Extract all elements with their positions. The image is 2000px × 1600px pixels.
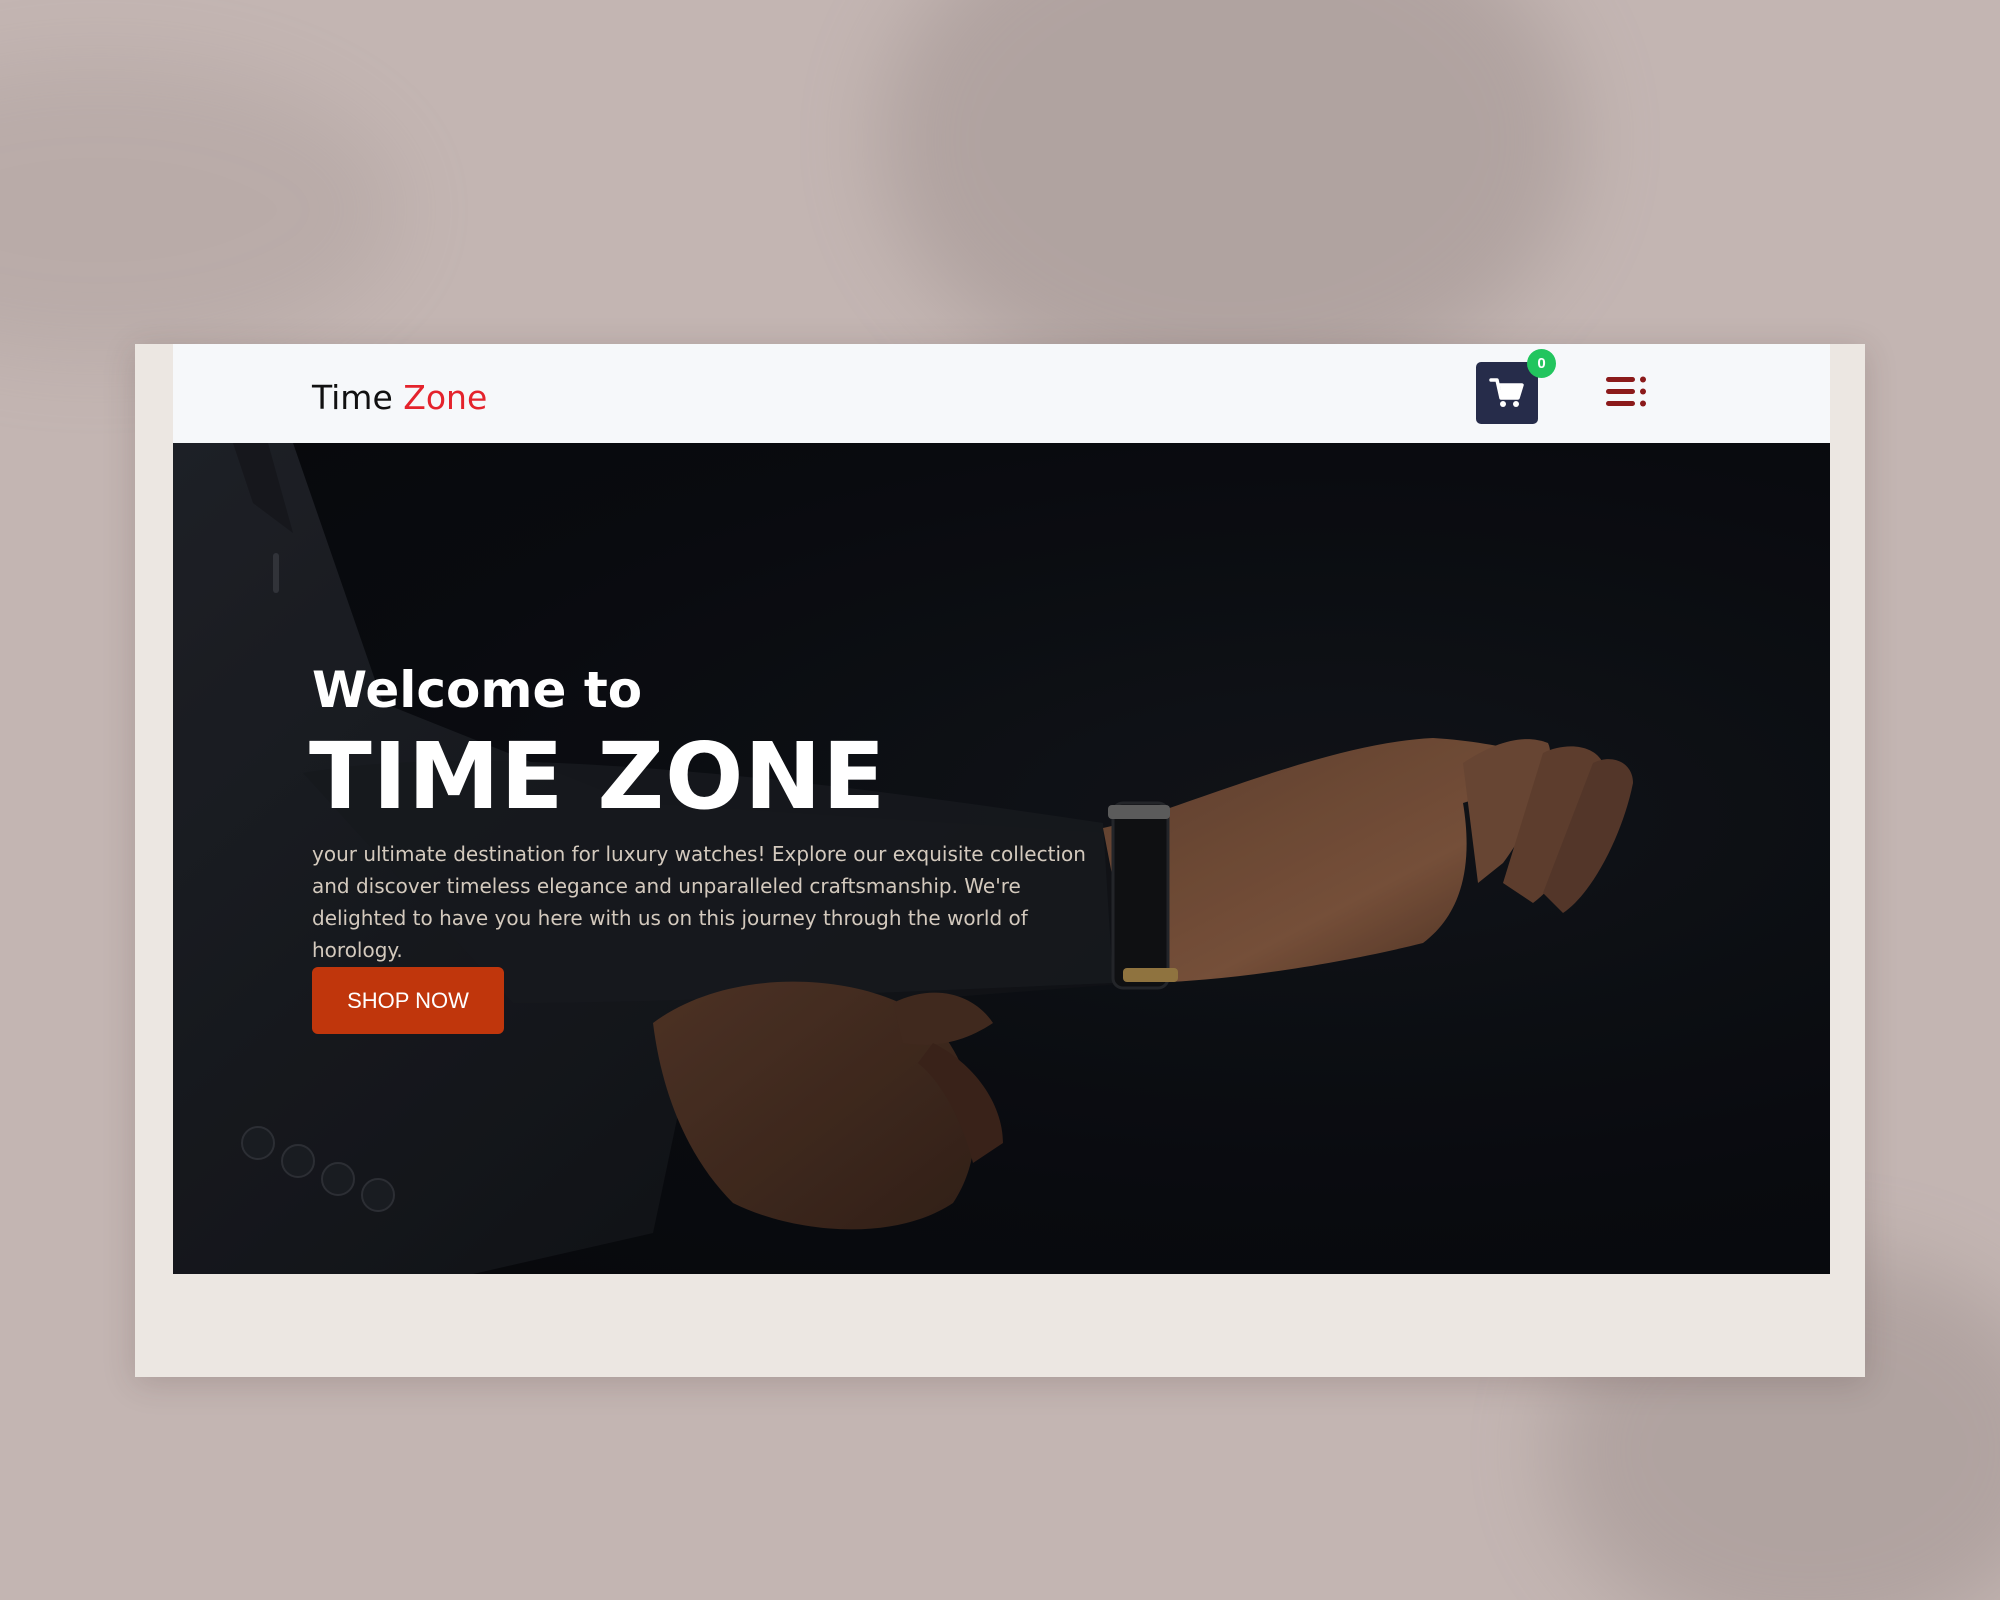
logo-text-time: Time [312,378,404,417]
shop-now-button[interactable]: SHOP NOW [312,967,504,1034]
cart-count-badge: 0 [1527,349,1556,378]
leaf-shadow [880,0,1580,400]
hero-welcome-heading: Welcome to [312,661,643,719]
presentation-backdrop: Time Zone 0 Welcome to TIME ZONE your ul… [0,0,2000,1600]
shopping-cart-icon [1489,378,1524,407]
website-screen: Time Zone 0 Welcome to TIME ZONE your ul… [173,344,1830,1274]
hero-section: Welcome to TIME ZONE your ultimate desti… [173,443,1830,1274]
hero-brand-title: TIME ZONE [309,723,887,830]
menu-button[interactable] [1605,374,1647,410]
menu-icon [1606,376,1646,407]
mockup-frame: Time Zone 0 Welcome to TIME ZONE your ul… [135,344,1865,1377]
leaf-shadow [0,60,400,360]
site-logo[interactable]: Time Zone [312,378,487,417]
logo-text-zone: Zone [403,378,488,417]
hero-tagline: your ultimate destination for luxury wat… [312,842,1086,962]
navbar: Time Zone 0 [173,344,1830,443]
